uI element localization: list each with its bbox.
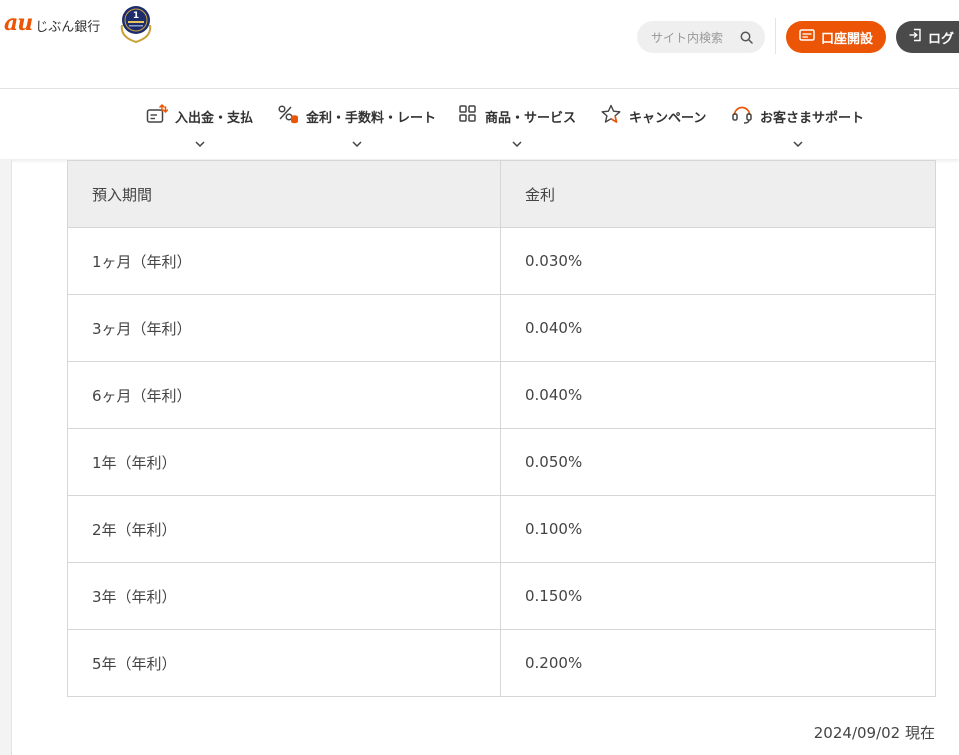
nav-item-deposit-payment[interactable]: 入出金・支払 [146, 103, 254, 151]
grid-icon [458, 104, 485, 128]
deposit-withdraw-icon [146, 103, 175, 128]
nav-label: 金利・手数料・レート [306, 110, 437, 126]
nav-label: 入出金・支払 [175, 110, 254, 126]
logo-bank-name: じぶん銀行 [35, 19, 101, 35]
chevron-down-icon [792, 132, 803, 151]
table-row: 5年（年利） 0.200% [67, 629, 936, 697]
nav-item-campaign[interactable]: キャンペーン [600, 104, 707, 149]
login-label: ログ [928, 31, 955, 47]
table-row: 6ヶ月（年利） 0.040% [67, 361, 936, 429]
rate-cell: 0.100% [500, 495, 936, 563]
term-cell: 1年（年利） [67, 428, 501, 496]
account-card-icon [799, 29, 821, 45]
site-header: au じぶん銀行 1 サイト内検索 口座開設 ログ [0, 0, 959, 89]
rate-cell: 0.200% [500, 629, 936, 697]
star-icon [600, 104, 629, 128]
left-rail [0, 160, 12, 755]
table-row: 3ヶ月（年利） 0.040% [67, 294, 936, 362]
table-row: 2年（年利） 0.100% [67, 495, 936, 563]
award-badge-icon: 1 [118, 3, 154, 44]
rate-cell: 0.150% [500, 562, 936, 630]
chevron-down-icon [194, 132, 205, 151]
chevron-down-icon [512, 132, 522, 151]
rate-cell: 0.030% [500, 227, 936, 295]
table-row: 1ヶ月（年利） 0.030% [67, 227, 936, 295]
table-row: 3年（年利） 0.150% [67, 562, 936, 630]
page: au じぶん銀行 1 サイト内検索 口座開設 ログ 入出金・支払 金利・手数料・… [0, 0, 959, 755]
login-button[interactable]: ログ [896, 21, 959, 53]
rate-cell: 0.040% [500, 361, 936, 429]
search-icon[interactable] [740, 31, 753, 44]
nav-label: お客さまサポート [760, 110, 865, 126]
open-account-label: 口座開設 [820, 31, 873, 47]
global-nav: 入出金・支払 金利・手数料・レート 商品・サービス キャンペーン お客さまサポー… [0, 89, 959, 159]
svg-text:1: 1 [133, 11, 139, 21]
rate-cell: 0.040% [500, 294, 936, 362]
table-header-row: 預入期間 金利 [67, 160, 936, 228]
percent-icon [277, 104, 306, 128]
search-input[interactable]: サイト内検索 [637, 21, 765, 53]
nav-label: 商品・サービス [485, 110, 577, 126]
search-placeholder: サイト内検索 [651, 30, 724, 45]
nav-item-products-services[interactable]: 商品・サービス [458, 105, 576, 149]
login-icon [908, 28, 928, 46]
open-account-button[interactable]: 口座開設 [786, 21, 886, 53]
term-cell: 3ヶ月（年利） [67, 294, 501, 362]
column-header-rate: 金利 [500, 160, 936, 228]
logo-au: au [4, 10, 33, 36]
column-header-term: 預入期間 [67, 160, 501, 228]
term-cell: 6ヶ月（年利） [67, 361, 501, 429]
header-divider [775, 18, 776, 54]
term-cell: 1ヶ月（年利） [67, 227, 501, 295]
table-row: 1年（年利） 0.050% [67, 428, 936, 496]
term-cell: 2年（年利） [67, 495, 501, 563]
site-logo[interactable]: au じぶん銀行 [4, 8, 100, 38]
rate-cell: 0.050% [500, 428, 936, 496]
nav-item-rates-fees[interactable]: 金利・手数料・レート [277, 105, 436, 149]
nav-item-support[interactable]: お客さまサポート [731, 105, 864, 149]
as-of-date: 2024/09/02 現在 [813, 724, 935, 742]
chevron-down-icon [351, 132, 362, 151]
interest-rate-table: 預入期間 金利 1ヶ月（年利） 0.030% 3ヶ月（年利） 0.040% 6ヶ… [67, 160, 936, 697]
support-headset-icon [731, 104, 760, 128]
nav-label: キャンペーン [629, 110, 707, 126]
term-cell: 5年（年利） [67, 629, 501, 697]
term-cell: 3年（年利） [67, 562, 501, 630]
